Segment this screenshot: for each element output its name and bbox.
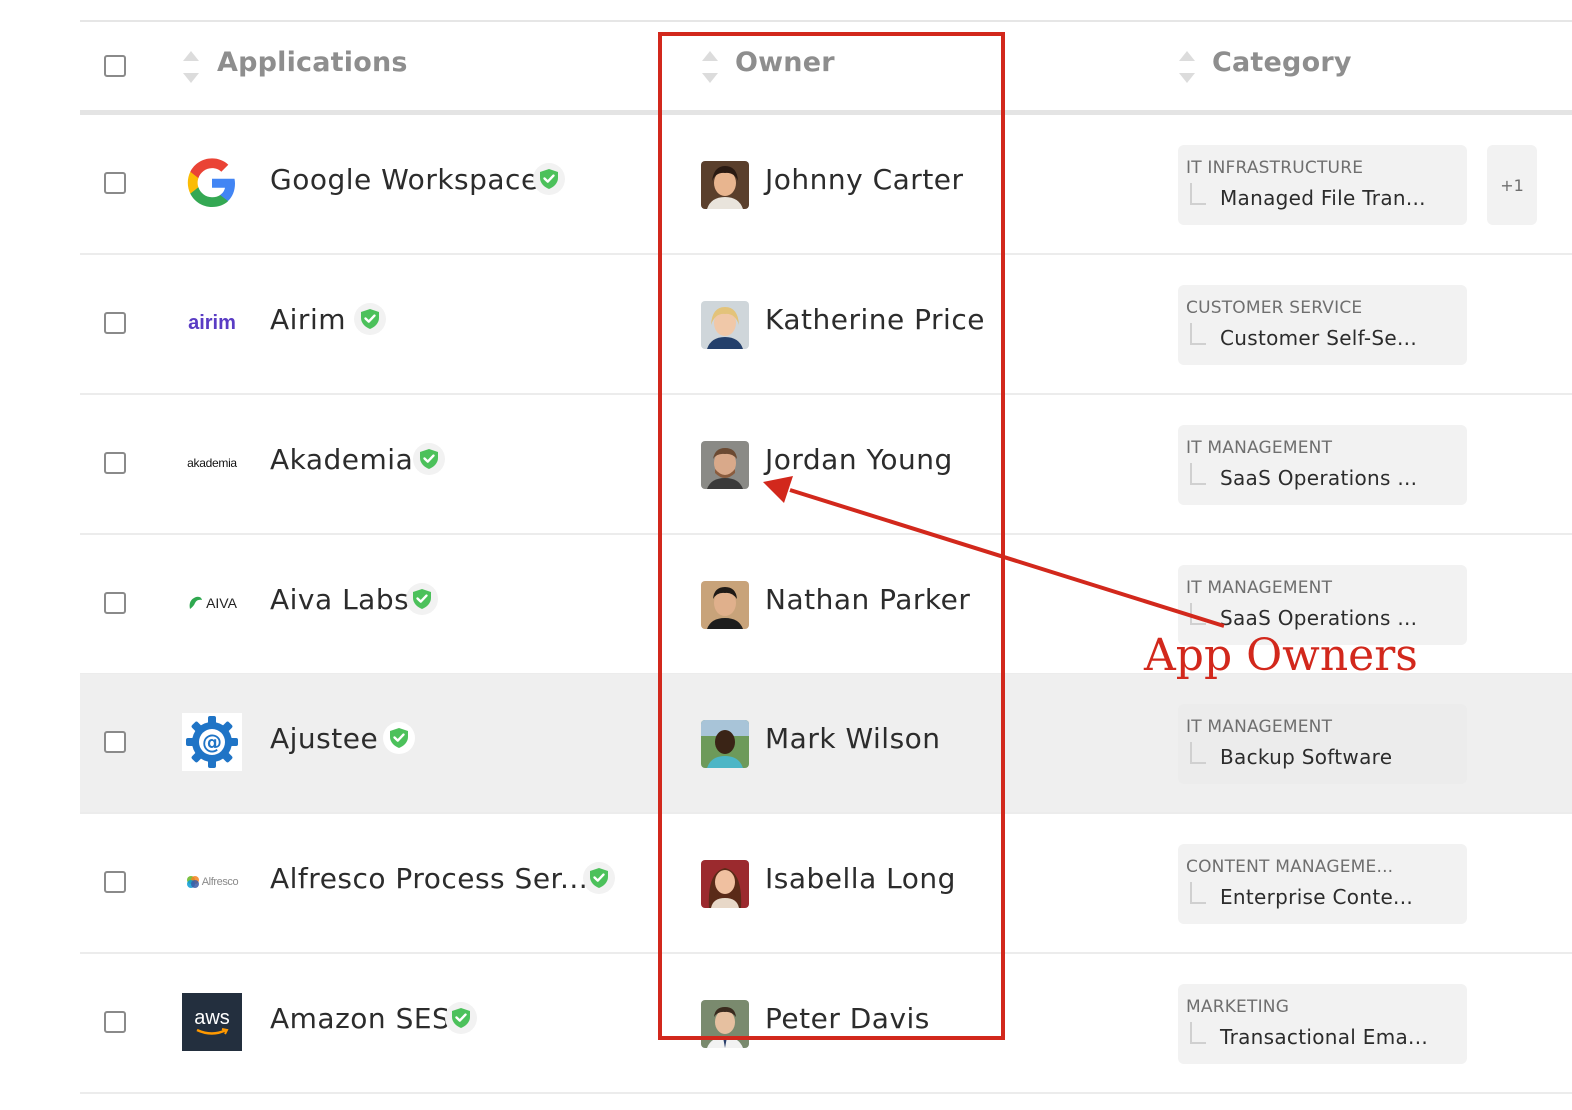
annotation-label: App Owners: [1144, 630, 1418, 681]
annotation-arrow: [763, 476, 1225, 628]
